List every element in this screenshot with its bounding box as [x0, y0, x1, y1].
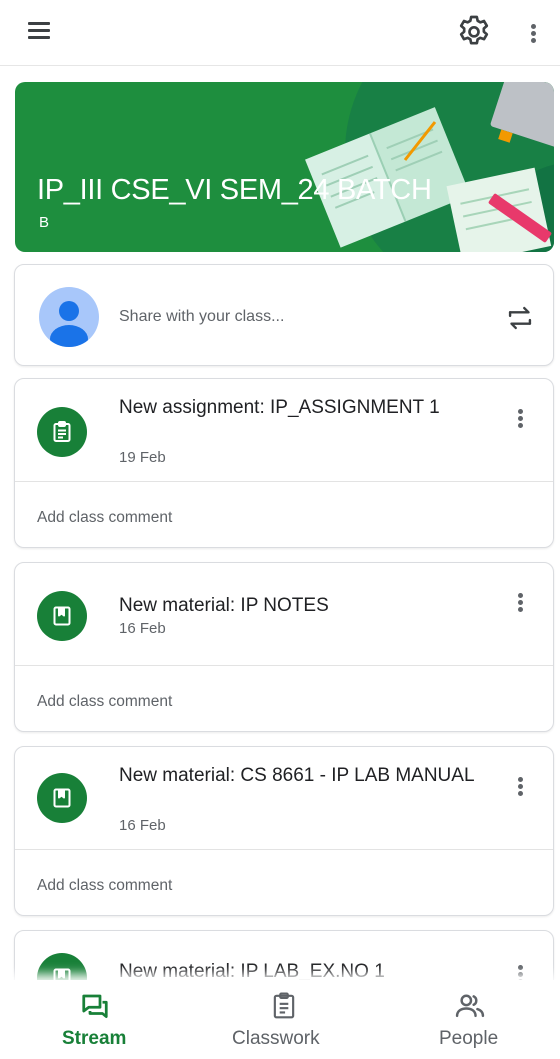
add-class-comment[interactable]: Add class comment — [37, 693, 172, 711]
stream-icon — [80, 992, 110, 1025]
more-vert-icon[interactable] — [518, 12, 548, 52]
repost-arrows-icon[interactable] — [503, 301, 537, 335]
menu-icon[interactable] — [28, 22, 58, 44]
nav-classwork[interactable]: Classwork — [220, 980, 350, 1059]
post-title: New assignment: IP_ASSIGNMENT 1 — [119, 397, 440, 418]
class-banner[interactable]: IP_III CSE_VI SEM_24 BATCH B — [15, 82, 554, 252]
add-class-comment[interactable]: Add class comment — [37, 509, 172, 527]
add-class-comment[interactable]: Add class comment — [37, 877, 172, 895]
nav-people[interactable]: People — [420, 980, 530, 1059]
nav-classwork-label: Classwork — [232, 1028, 320, 1049]
material-icon — [37, 773, 87, 823]
post-more-vert-icon[interactable] — [505, 765, 535, 805]
post-more-vert-icon[interactable] — [505, 397, 535, 437]
people-icon — [454, 992, 486, 1025]
post-title: New material: IP NOTES — [119, 595, 329, 616]
post-header[interactable]: New assignment: IP_ASSIGNMENT 1 19 Feb — [15, 379, 553, 482]
class-section: B — [39, 214, 50, 231]
stream-post-card: New material: IP NOTES 16 Feb Add class … — [14, 562, 554, 732]
user-avatar — [39, 287, 99, 347]
post-date: 16 Feb — [119, 817, 166, 834]
assignment-icon — [37, 407, 87, 457]
post-header[interactable]: New material: IP NOTES 16 Feb — [15, 563, 553, 666]
banner-illustration — [305, 82, 554, 252]
post-more-vert-icon[interactable] — [505, 581, 535, 621]
post-date: 19 Feb — [119, 449, 166, 466]
classwork-icon — [271, 992, 297, 1025]
nav-stream-label: Stream — [62, 1028, 127, 1049]
share-with-class-box[interactable]: Share with your class... — [14, 264, 554, 366]
settings-gear-icon[interactable] — [454, 12, 494, 52]
stream-post-card: New material: CS 8661 - IP LAB MANUAL 16… — [14, 746, 554, 916]
top-app-bar — [0, 0, 560, 66]
nav-stream[interactable]: Stream — [40, 980, 150, 1059]
stream-post-card: New assignment: IP_ASSIGNMENT 1 19 Feb A… — [14, 378, 554, 548]
post-date: 16 Feb — [119, 620, 166, 637]
bottom-navigation: Stream Classwork People — [0, 980, 560, 1059]
material-icon — [37, 591, 87, 641]
post-title: New material: CS 8661 - IP LAB MANUAL — [119, 765, 475, 786]
share-placeholder[interactable]: Share with your class... — [119, 308, 284, 326]
class-title: IP_III CSE_VI SEM_24 BATCH — [37, 174, 432, 206]
post-header[interactable]: New material: CS 8661 - IP LAB MANUAL 16… — [15, 747, 553, 850]
nav-people-label: People — [439, 1028, 499, 1049]
